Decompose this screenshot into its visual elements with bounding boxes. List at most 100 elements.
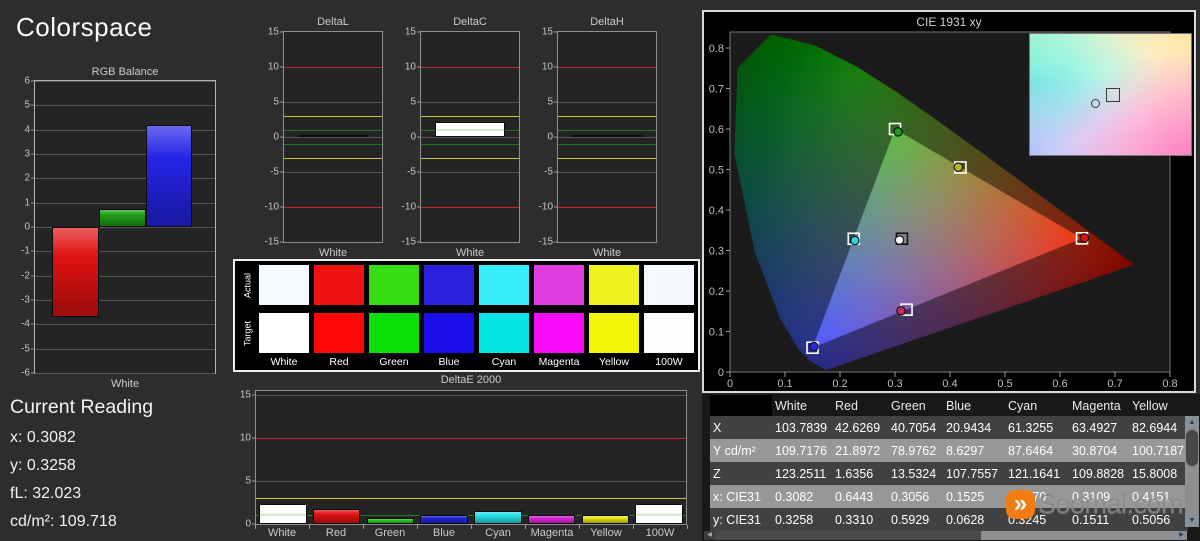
swatch-row-label: Target	[241, 313, 254, 353]
table-row-x[interactable]: X103.783942.626940.705420.943461.325563.…	[710, 416, 1188, 439]
measured-marker-red	[1080, 234, 1088, 242]
swatch-row-label: Actual	[241, 265, 254, 305]
reference-line	[421, 116, 519, 117]
plot-area: 051015	[255, 390, 687, 525]
gridline	[421, 137, 519, 138]
y-tick-label: 0.5	[709, 165, 724, 177]
table-cell: 123.2511	[772, 462, 832, 485]
x-tick-label: 0.3	[887, 378, 902, 390]
y-tick-label: -2	[21, 270, 30, 281]
horizontal-scrollbar[interactable]: ◀ ▶	[704, 531, 1187, 540]
vertical-scrollbar[interactable]: ▲ ▼	[1185, 416, 1199, 527]
y-tick-mark	[31, 300, 35, 301]
table-cell: 0.6443	[832, 485, 888, 508]
category-label: White	[268, 527, 296, 539]
rgb-balance-chart: RGB Balance 6543210-1-2-3-4-5-6 White	[8, 66, 220, 398]
y-tick-mark	[554, 101, 558, 102]
y-tick-mark	[252, 395, 256, 396]
table-cell: 21.8972	[832, 439, 888, 462]
plot-area: 151050-5-10-15	[557, 31, 657, 243]
chart-title: DeltaE 2000	[255, 374, 687, 386]
y-tick-label: 0	[718, 367, 724, 379]
bar-red	[52, 227, 99, 317]
y-tick-mark	[417, 32, 421, 33]
y-tick-label: 2	[24, 173, 30, 184]
table-cell: 0.3082	[772, 485, 832, 508]
x-axis-label: White	[283, 247, 383, 259]
y-tick-mark	[31, 324, 35, 325]
target-swatch-green	[369, 313, 419, 353]
y-tick-mark	[280, 171, 284, 172]
actual-swatch-blue	[424, 265, 474, 305]
y-tick-mark	[280, 101, 284, 102]
scroll-down-icon[interactable]: ▼	[1185, 514, 1199, 527]
horizontal-scroll-thumb[interactable]	[715, 531, 981, 540]
scroll-left-icon[interactable]: ◀	[704, 531, 715, 540]
table-cell: 0.5929	[888, 508, 943, 531]
y-tick-mark	[31, 154, 35, 155]
bar-yellow	[582, 515, 629, 524]
column-header-White: White	[772, 395, 832, 416]
y-tick-label: 5	[273, 96, 279, 107]
gridline	[256, 481, 686, 482]
category-tick	[363, 525, 364, 529]
y-tick-label: -1	[21, 246, 30, 257]
table-row-y-cd-m-[interactable]: Y cd/m²109.717621.897278.97628.629787.64…	[710, 439, 1188, 462]
y-tick-mark	[31, 251, 35, 252]
target-swatch-100w	[644, 313, 694, 353]
y-tick-label: 0	[547, 132, 553, 143]
y-tick-label: 5	[245, 476, 251, 487]
vertical-scroll-thumb[interactable]	[1186, 430, 1198, 466]
y-tick-mark	[280, 66, 284, 67]
table-cell: 61.3255	[1005, 416, 1069, 439]
reading-fl: fL: 32.023	[10, 485, 153, 503]
category-label: 100W	[646, 527, 675, 539]
target-swatch-white	[259, 313, 309, 353]
y-tick-mark	[417, 171, 421, 172]
table-cell: 20.9434	[943, 416, 1005, 439]
y-tick-label: 15	[405, 27, 416, 38]
actual-swatch-cyan	[479, 265, 529, 305]
gridline	[558, 102, 656, 103]
scroll-up-icon[interactable]: ▲	[1185, 416, 1199, 429]
measured-marker-green	[894, 128, 902, 136]
y-tick-mark	[554, 66, 558, 67]
measured-marker-magenta	[897, 307, 905, 315]
soomal-logo-icon: »	[1006, 490, 1035, 519]
table-cell: 107.7557	[943, 462, 1005, 485]
reference-line	[558, 144, 656, 145]
measured-point-icon	[1091, 99, 1100, 108]
y-tick-label: 0.1	[709, 327, 724, 339]
gridline	[421, 172, 519, 173]
table-cell: 109.7176	[772, 439, 832, 462]
y-tick-mark	[554, 137, 558, 138]
y-tick-label: 0.8	[709, 43, 724, 55]
category-tick	[471, 525, 472, 529]
chart-title: DeltaH	[557, 16, 657, 28]
y-tick-label: -5	[544, 166, 553, 177]
scroll-right-icon[interactable]: ▶	[1176, 531, 1187, 540]
table-cell: 87.6464	[1005, 439, 1069, 462]
table-cell: 0.3258	[772, 508, 832, 531]
bar-white	[298, 135, 369, 137]
swatch-row: Target	[241, 313, 694, 353]
x-tick-label: 0.5	[997, 378, 1012, 390]
column-header-Green: Green	[888, 395, 943, 416]
y-tick-label: -6	[21, 368, 30, 379]
y-tick-mark	[280, 207, 284, 208]
gridline	[256, 395, 686, 396]
y-tick-mark	[417, 137, 421, 138]
y-tick-label: 0.7	[709, 84, 724, 96]
y-tick-label: -15	[402, 237, 416, 248]
table-cell: 0.0628	[943, 508, 1005, 531]
category-label: Magenta	[531, 527, 574, 539]
column-header-Cyan: Cyan	[1005, 395, 1069, 416]
actual-swatch-red	[314, 265, 364, 305]
table-cell: 63.4927	[1069, 416, 1129, 439]
bar-green	[99, 209, 146, 227]
row-label: Y cd/m²	[710, 439, 772, 462]
table-row-z[interactable]: Z123.25111.635613.5324107.7557121.164110…	[710, 462, 1188, 485]
target-swatch-magenta	[534, 313, 584, 353]
table-cell: 82.6944	[1129, 416, 1188, 439]
y-tick-mark	[554, 207, 558, 208]
